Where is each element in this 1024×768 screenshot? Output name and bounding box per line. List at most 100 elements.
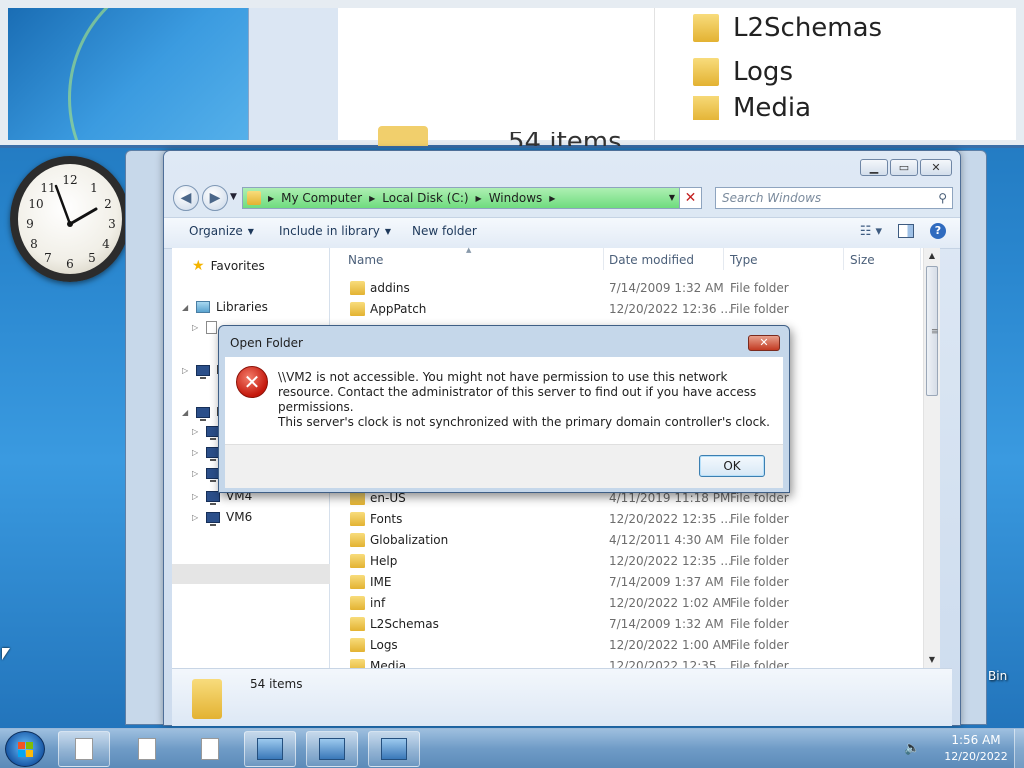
back-button[interactable]: ◀ (173, 185, 199, 211)
clock-date[interactable]: 12/20/2022 (940, 750, 1012, 763)
folder-icon (350, 575, 365, 589)
file-row[interactable]: addins 7/14/2009 1:32 AM File folder (330, 278, 930, 299)
collapse-triangle-icon[interactable]: ▷ (192, 492, 200, 501)
folder-icon (350, 281, 365, 295)
help-icon[interactable]: ? (930, 223, 946, 239)
search-icon[interactable]: ⚲ (938, 188, 947, 208)
collapse-triangle-icon[interactable]: ▷ (192, 448, 200, 457)
recycle-bin-label[interactable]: Bin (988, 669, 1007, 683)
error-detail: This server's clock is not synchronized … (278, 415, 770, 429)
organize-button[interactable]: Organize ▼ (189, 224, 254, 238)
file-row[interactable]: inf 12/20/2022 1:02 AM File folder (330, 593, 930, 614)
file-row[interactable]: L2Schemas 7/14/2009 1:32 AM File folder (330, 614, 930, 635)
collapse-triangle-icon[interactable]: ▷ (192, 513, 200, 522)
nav-vm6[interactable]: ▷ VM6 (192, 510, 252, 526)
folder-icon (350, 596, 365, 610)
show-desktop-button[interactable] (1014, 729, 1024, 768)
file-row[interactable]: Logs 12/20/2022 1:00 AM File folder (330, 635, 930, 656)
taskbar-control-panel-button[interactable] (306, 731, 358, 767)
breadcrumb-separator-icon[interactable]: ▶ (369, 194, 375, 203)
file-row[interactable]: Help 12/20/2022 12:35 ... File folder (330, 551, 930, 572)
svg-text:9: 9 (26, 217, 34, 231)
scroll-up-icon[interactable]: ▲ (924, 248, 940, 264)
column-type-header[interactable]: Type (730, 253, 758, 267)
scroll-down-icon[interactable]: ▼ (924, 652, 940, 668)
svg-text:6: 6 (66, 257, 74, 271)
nav-library-item[interactable]: ▷ (192, 321, 217, 334)
breadcrumb-separator-icon[interactable]: ▶ (268, 194, 274, 203)
new-folder-button[interactable]: New folder (412, 224, 477, 238)
breadcrumb-separator-icon[interactable]: ▶ (476, 194, 482, 203)
breadcrumb-local-disk[interactable]: Local Disk (C:) (382, 191, 468, 205)
folder-icon (693, 14, 719, 42)
file-row[interactable]: IME 7/14/2009 1:37 AM File folder (330, 572, 930, 593)
expand-triangle-icon[interactable]: ◢ (182, 303, 190, 312)
change-view-icon[interactable]: ☷ ▾ (860, 224, 882, 239)
magnified-status-bar: 54 items (378, 126, 622, 146)
clock-time[interactable]: 1:56 AM (940, 733, 1012, 747)
minimize-button[interactable]: ▁ (860, 159, 888, 176)
command-bar: Organize ▼ Include in library ▼ New folder… (164, 217, 960, 249)
dialog-body: ✕ \\VM2 is not accessible. You might not… (225, 357, 783, 444)
maximize-button[interactable]: ▭ (890, 159, 918, 176)
clock-face-icon: 1212 345 678 91011 (26, 173, 116, 271)
svg-text:2: 2 (104, 197, 112, 211)
column-size-header[interactable]: Size (850, 253, 875, 267)
mouse-cursor-icon (2, 648, 10, 660)
column-name-header[interactable]: Name (348, 253, 383, 267)
dialog-close-button[interactable]: ✕ (748, 335, 780, 351)
taskbar-document-button[interactable] (121, 731, 173, 767)
ok-button[interactable]: OK (699, 455, 765, 477)
magnified-folder: Logs (693, 52, 793, 92)
svg-text:3: 3 (108, 217, 116, 231)
open-folder-dialog[interactable]: Open Folder ✕ ✕ \\VM2 is not accessible.… (218, 325, 790, 493)
breadcrumb-windows[interactable]: Windows (489, 191, 543, 205)
recent-pages-dropdown[interactable]: ▼ (230, 192, 237, 202)
taskbar-explorer-button[interactable] (368, 731, 420, 767)
nav-network-host[interactable]: ▷ (192, 426, 220, 440)
taskbar-document-button[interactable] (58, 731, 110, 767)
dialog-title: Open Folder (230, 336, 303, 350)
address-dropdown-icon[interactable]: ▼ (669, 193, 675, 202)
taskbar-document-button[interactable] (184, 731, 236, 767)
nav-libraries[interactable]: ◢ Libraries (182, 300, 268, 314)
breadcrumb-my-computer[interactable]: My Computer (281, 191, 362, 205)
scrollbar-thumb[interactable]: ≡ (926, 266, 939, 396)
nav-network-host[interactable]: ▷ (192, 447, 220, 461)
collapse-triangle-icon[interactable]: ▷ (192, 427, 200, 436)
nav-favorites[interactable]: ★ Favorites (192, 258, 265, 274)
clock-gadget[interactable]: 12 1 2 345 678 9 10 11 (10, 156, 130, 282)
window-controls: ▁ ▭ ✕ (860, 159, 952, 176)
forward-button[interactable]: ▶ (202, 185, 228, 211)
svg-text:7: 7 (44, 251, 52, 265)
breadcrumb-separator-icon[interactable]: ▶ (549, 194, 555, 203)
document-icon (138, 738, 156, 760)
column-date-header[interactable]: Date modified (609, 253, 694, 267)
file-row[interactable]: Media 12/20/2022 12:35 ... File folder (330, 656, 930, 668)
stop-icon[interactable]: ✕ (679, 188, 701, 208)
start-button[interactable] (5, 731, 45, 767)
sort-ascending-icon: ▲ (466, 246, 472, 254)
nav-network-host[interactable]: ▷ (192, 468, 220, 482)
close-button[interactable]: ✕ (920, 159, 952, 176)
file-row[interactable]: Fonts 12/20/2022 12:35 ... File folder (330, 509, 930, 530)
include-in-library-button[interactable]: Include in library ▼ (279, 224, 391, 238)
expand-triangle-icon[interactable]: ◢ (182, 408, 190, 417)
file-row[interactable]: AppPatch 12/20/2022 12:36 ... File folde… (330, 299, 930, 320)
collapse-triangle-icon[interactable]: ▷ (182, 366, 190, 375)
folder-icon (350, 302, 365, 316)
selected-nav-row (172, 564, 330, 584)
dialog-footer: OK (225, 444, 783, 488)
svg-text:1: 1 (90, 181, 98, 195)
svg-text:8: 8 (30, 237, 38, 251)
navigation-row: ◀ ▶ ▼ ▶ My Computer ▶ Local Disk (C:) ▶ … (164, 185, 960, 211)
volume-icon[interactable]: 🔈 (904, 741, 920, 756)
preview-pane-icon[interactable] (898, 224, 914, 238)
vertical-scrollbar[interactable]: ▲ ≡ ▼ (923, 248, 940, 668)
collapse-triangle-icon[interactable]: ▷ (192, 323, 200, 332)
taskbar-network-button[interactable] (244, 731, 296, 767)
file-row[interactable]: Globalization 4/12/2011 4:30 AM File fol… (330, 530, 930, 551)
address-bar[interactable]: ▶ My Computer ▶ Local Disk (C:) ▶ Window… (242, 187, 702, 209)
search-input[interactable]: Search Windows ⚲ (715, 187, 953, 209)
collapse-triangle-icon[interactable]: ▷ (192, 469, 200, 478)
